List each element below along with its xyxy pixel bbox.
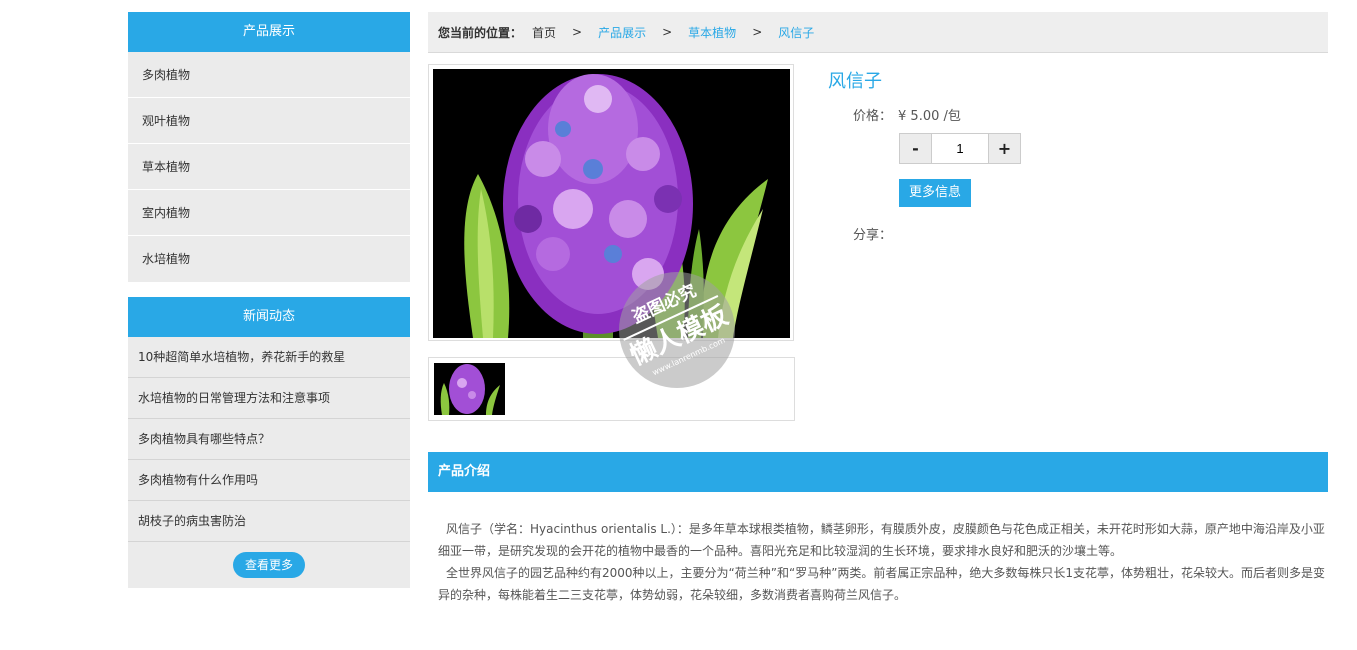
category-item-hydroponic[interactable]: 水培植物 <box>128 236 410 282</box>
news-more-button[interactable]: 查看更多 <box>232 552 305 578</box>
breadcrumb: 您当前的位置： 首页 > 产品展示 > 草本植物 > 风信子 <box>428 12 1328 53</box>
news-item[interactable]: 多肉植物有什么作用吗 <box>128 460 410 501</box>
breadcrumb-separator: > <box>572 25 583 39</box>
main-content: 您当前的位置： 首页 > 产品展示 > 草本植物 > 风信子 风信子 价格： ¥… <box>428 12 1328 602</box>
intro-paragraph: 风信子（学名：Hyacinthus orientalis L.）：是多年草本球根… <box>438 522 1325 558</box>
breadcrumb-separator: > <box>752 25 763 39</box>
quantity-stepper: - + <box>899 133 1021 164</box>
category-item-foliage[interactable]: 观叶植物 <box>128 98 410 144</box>
products-panel-title: 产品展示 <box>128 12 410 52</box>
news-item[interactable]: 多肉植物具有哪些特点？ <box>128 419 410 460</box>
more-info-button[interactable]: 更多信息 <box>899 179 972 207</box>
news-panel-title: 新闻动态 <box>128 297 410 337</box>
price-value: ¥ 5.00 /包 <box>898 109 961 124</box>
breadcrumb-home-link[interactable]: 首页 <box>532 24 556 41</box>
breadcrumb-category-link[interactable]: 草本植物 <box>688 24 736 41</box>
breadcrumb-current-link[interactable]: 风信子 <box>778 24 814 41</box>
quantity-input[interactable] <box>931 134 989 163</box>
sidebar: 产品展示 多肉植物 观叶植物 草本植物 室内植物 水培植物 新闻动态 10种超简… <box>128 12 410 588</box>
news-more-wrap: 查看更多 <box>128 542 410 588</box>
news-panel: 新闻动态 10种超简单水培植物，养花新手的救星 水培植物的日常管理方法和注意事项… <box>128 297 410 588</box>
thumbnail-item[interactable] <box>434 363 505 415</box>
price-label: 价格： <box>853 109 893 124</box>
news-item[interactable]: 胡枝子的病虫害防治 <box>128 501 410 542</box>
share-label: 分享： <box>853 228 893 243</box>
news-item[interactable]: 10种超简单水培植物，养花新手的救星 <box>128 337 410 378</box>
news-item[interactable]: 水培植物的日常管理方法和注意事项 <box>128 378 410 419</box>
product-photo-frame <box>428 64 794 341</box>
intro-section-body: 风信子（学名：Hyacinthus orientalis L.）：是多年草本球根… <box>438 518 1326 606</box>
hyacinth-thumbnail <box>434 363 505 415</box>
product-title: 风信子 <box>828 71 882 91</box>
quantity-increase-button[interactable]: + <box>989 134 1020 163</box>
breadcrumb-separator: > <box>662 25 673 39</box>
product-info: 风信子 价格： ¥ 5.00 /包 - + 更多信息 分享： <box>828 67 1308 243</box>
price-row: 价格： ¥ 5.00 /包 <box>853 105 1308 124</box>
category-item-herbaceous[interactable]: 草本植物 <box>128 144 410 190</box>
category-item-succulent[interactable]: 多肉植物 <box>128 52 410 98</box>
thumbnail-strip <box>428 357 795 421</box>
breadcrumb-products-link[interactable]: 产品展示 <box>598 24 646 41</box>
intro-paragraph: 全世界风信子的园艺品种约有2000种以上，主要分为“荷兰种”和“罗马种”两类。前… <box>438 566 1326 602</box>
intro-section-title: 产品介绍 <box>428 452 1328 492</box>
quantity-decrease-button[interactable]: - <box>900 134 931 163</box>
products-panel: 产品展示 多肉植物 观叶植物 草本植物 室内植物 水培植物 <box>128 12 410 282</box>
category-item-indoor[interactable]: 室内植物 <box>128 190 410 236</box>
hyacinth-illustration <box>433 69 790 338</box>
breadcrumb-label: 您当前的位置： <box>438 25 523 40</box>
product-photo[interactable] <box>433 69 790 338</box>
